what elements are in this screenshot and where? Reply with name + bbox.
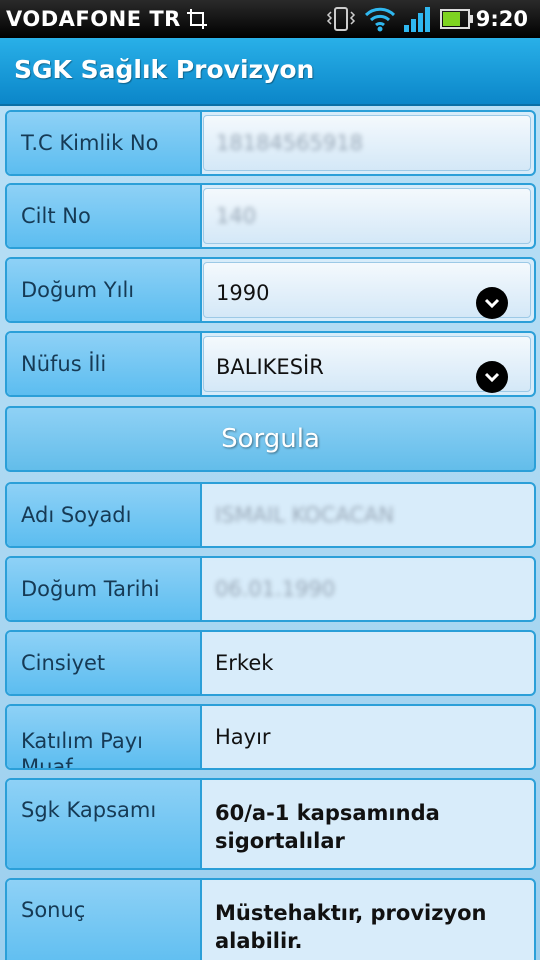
sorgula-button[interactable]: Sorgula (5, 406, 536, 472)
cinsiyet-row: Cinsiyet Erkek (5, 630, 536, 696)
katilim-payi-value: Hayır (215, 725, 271, 749)
katilim-payi-label: Katılım Payı Muaf (7, 706, 202, 768)
dogum-tarihi-label: Doğum Tarihi (7, 558, 202, 620)
dogum-yili-label: Doğum Yılı (7, 259, 202, 321)
sgk-kapsami-field: 60/a-1 kapsamında sigortalılar (203, 783, 531, 865)
app-title: SGK Sağlık Provizyon (14, 55, 315, 84)
vibrate-icon (326, 7, 356, 31)
signal-icon (404, 7, 430, 32)
battery-icon (440, 9, 473, 29)
tc-kimlik-value: 18184565918 (216, 131, 363, 155)
tc-kimlik-row: T.C Kimlik No 18184565918 (5, 110, 536, 176)
nufus-ili-value: BALIKESİR (216, 355, 324, 379)
chevron-down-icon[interactable] (476, 361, 508, 393)
cinsiyet-value: Erkek (215, 651, 274, 675)
dogum-tarihi-row: Doğum Tarihi 06.01.1990 (5, 556, 536, 622)
cilt-no-value: 140 (216, 204, 257, 228)
katilim-payi-row: Katılım Payı Muaf Hayır (5, 704, 536, 770)
dogum-yili-value: 1990 (216, 281, 270, 305)
wifi-icon (364, 7, 396, 32)
tc-kimlik-label: T.C Kimlik No (7, 112, 202, 174)
sgk-kapsami-value: 60/a-1 kapsamında sigortalılar (215, 801, 440, 853)
nufus-ili-row: Nüfus İli BALIKESİR (5, 331, 536, 397)
screenshot-icon (187, 9, 207, 29)
dogum-yili-row: Doğum Yılı 1990 (5, 257, 536, 323)
cinsiyet-field: Erkek (203, 635, 531, 691)
sgk-kapsami-label: Sgk Kapsamı (7, 780, 202, 868)
app-title-bar: SGK Sağlık Provizyon (0, 38, 540, 106)
tc-kimlik-input[interactable]: 18184565918 (203, 115, 531, 171)
sonuc-field: Müstehaktır, provizyon alabilir. (203, 883, 531, 960)
carrier-name: VODAFONE TR (6, 7, 181, 31)
clock: 9:20 (475, 7, 528, 31)
adi-soyadi-row: Adı Soyadı ISMAIL KOCACAN (5, 482, 536, 548)
cinsiyet-label: Cinsiyet (7, 632, 202, 694)
cilt-no-row: Cilt No 140 (5, 183, 536, 249)
sgk-kapsami-row: Sgk Kapsamı 60/a-1 kapsamında sigortalıl… (5, 778, 536, 870)
dogum-yili-select[interactable]: 1990 (203, 262, 531, 319)
sonuc-row: Sonuç Müstehaktır, provizyon alabilir. (5, 878, 536, 960)
adi-soyadi-field: ISMAIL KOCACAN (203, 487, 531, 543)
sonuc-label: Sonuç (7, 880, 202, 960)
dogum-tarihi-field: 06.01.1990 (203, 561, 531, 617)
adi-soyadi-value: ISMAIL KOCACAN (215, 503, 395, 527)
dogum-tarihi-value: 06.01.1990 (215, 577, 336, 601)
adi-soyadi-label: Adı Soyadı (7, 484, 202, 546)
cilt-no-input[interactable]: 140 (203, 188, 531, 244)
status-bar: VODAFONE TR 9:20 (0, 0, 540, 38)
sonuc-value: Müstehaktır, provizyon alabilir. (215, 901, 487, 953)
katilim-payi-field: Hayır (203, 709, 531, 765)
nufus-ili-select[interactable]: BALIKESİR (203, 336, 531, 393)
chevron-down-icon[interactable] (476, 287, 508, 319)
nufus-ili-label: Nüfus İli (7, 333, 202, 395)
cilt-no-label: Cilt No (7, 185, 202, 247)
